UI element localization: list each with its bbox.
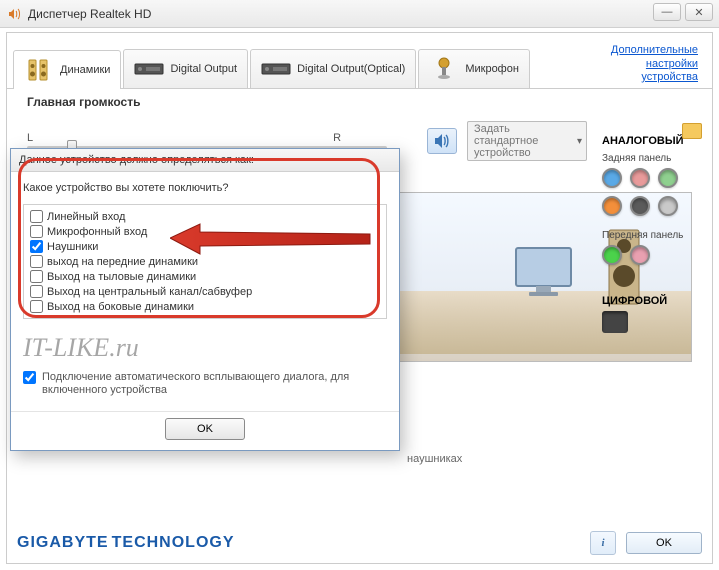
watermark-text: IT-LIKE.ru <box>23 333 387 363</box>
dialog-ok-button[interactable]: OK <box>165 418 245 440</box>
jack-rear-pink[interactable] <box>630 168 650 188</box>
jack-rear-black[interactable] <box>630 196 650 216</box>
close-button[interactable]: ✕ <box>685 3 713 21</box>
option-checkbox[interactable] <box>30 210 43 223</box>
bottom-bar: GIGABYTE TECHNOLOGY i OK <box>17 531 702 555</box>
autopopup-checkbox[interactable] <box>23 371 36 384</box>
autopopup-option[interactable]: Подключение автоматического всплывающего… <box>23 371 387 397</box>
advanced-link-line[interactable]: устройства <box>611 71 698 84</box>
advanced-settings-link[interactable]: Дополнительные настройки устройства <box>603 40 706 88</box>
front-panel-label: Передняя панель <box>602 230 702 241</box>
advanced-link-line[interactable]: настройки <box>611 58 698 71</box>
tab-label: Динамики <box>60 64 110 76</box>
advanced-link-line[interactable]: Дополнительные <box>611 44 698 57</box>
main-ok-button[interactable]: OK <box>626 532 702 554</box>
option-headphones[interactable]: Наушники <box>30 239 380 254</box>
brand-text: GIGABYTE <box>17 534 109 551</box>
volume-section-label: Главная громкость <box>27 95 702 109</box>
jack-rear-orange[interactable] <box>602 196 622 216</box>
option-checkbox[interactable] <box>30 255 43 268</box>
option-rear-speakers[interactable]: Выход на тыловые динамики <box>30 269 380 284</box>
info-button[interactable]: i <box>590 531 616 555</box>
option-checkbox[interactable] <box>30 285 43 298</box>
brand-logo: GIGABYTE TECHNOLOGY <box>17 534 235 552</box>
tab-digital-output-optical[interactable]: Digital Output(Optical) <box>250 49 416 88</box>
balance-right-label: R <box>333 132 341 144</box>
tab-microphone[interactable]: Микрофон <box>418 49 530 88</box>
option-front-speakers[interactable]: выход на передние динамики <box>30 254 380 269</box>
minimize-button[interactable]: — <box>653 3 681 21</box>
window-title: Диспетчер Realtek HD <box>28 7 151 21</box>
jack-front-pink[interactable] <box>630 245 650 265</box>
balance-left-label: L <box>27 132 33 144</box>
digital-header: ЦИФРОВОЙ <box>602 295 702 307</box>
speakers-icon <box>24 57 54 83</box>
rear-panel-label: Задняя панель <box>602 153 702 164</box>
dialog-title: Данное устройство должно определяться ка… <box>11 149 399 172</box>
tab-speakers[interactable]: Динамики <box>13 50 121 89</box>
tab-digital-output[interactable]: Digital Output <box>123 49 248 88</box>
device-type-dialog: Данное устройство должно определяться ка… <box>10 148 400 451</box>
dialog-question: Какое устройство вы хотете поключить? <box>23 182 387 194</box>
option-checkbox[interactable] <box>30 225 43 238</box>
tab-label: Digital Output(Optical) <box>297 63 405 75</box>
rear-jacks <box>602 168 702 216</box>
front-jacks <box>602 245 702 265</box>
window-controls: — ✕ <box>653 3 713 21</box>
option-checkbox[interactable] <box>30 270 43 283</box>
monitor-icon <box>511 243 581 306</box>
amplifier-icon <box>261 56 291 82</box>
device-options-list: Линейный вход Микрофонный вход Наушники … <box>23 204 387 319</box>
jack-front-green[interactable] <box>602 245 622 265</box>
device-tabs: Динамики Digital Output Digital Output(O… <box>7 33 712 89</box>
side-panel: АНАЛОГОВЫЙ Задняя панель Передняя панель… <box>602 129 702 333</box>
jack-rear-grey[interactable] <box>658 196 678 216</box>
folder-icon[interactable] <box>682 123 702 139</box>
jack-rear-green[interactable] <box>658 168 678 188</box>
option-checkbox[interactable] <box>30 240 43 253</box>
autopopup-label: Подключение автоматического всплывающего… <box>42 371 387 397</box>
digital-jack[interactable] <box>602 311 628 333</box>
option-side-speakers[interactable]: Выход на боковые динамики <box>30 299 380 314</box>
tab-label: Микрофон <box>465 63 519 75</box>
mute-button[interactable] <box>427 128 457 154</box>
option-checkbox[interactable] <box>30 300 43 313</box>
speaker-icon <box>6 6 22 22</box>
headphones-note: наушниках <box>407 453 462 465</box>
default-device-select[interactable]: Задать стандартное устройство <box>467 121 587 161</box>
jack-rear-blue[interactable] <box>602 168 622 188</box>
option-line-in[interactable]: Линейный вход <box>30 209 380 224</box>
tab-label: Digital Output <box>170 63 237 75</box>
titlebar: Диспетчер Realtek HD <box>0 0 719 28</box>
option-center-sub[interactable]: Выход на центральный канал/сабвуфер <box>30 284 380 299</box>
brand-subtext: TECHNOLOGY <box>112 534 235 551</box>
microphone-icon <box>429 56 459 82</box>
amplifier-icon <box>134 56 164 82</box>
option-mic-in[interactable]: Микрофонный вход <box>30 224 380 239</box>
default-device-label: Задать стандартное устройство <box>474 123 570 159</box>
